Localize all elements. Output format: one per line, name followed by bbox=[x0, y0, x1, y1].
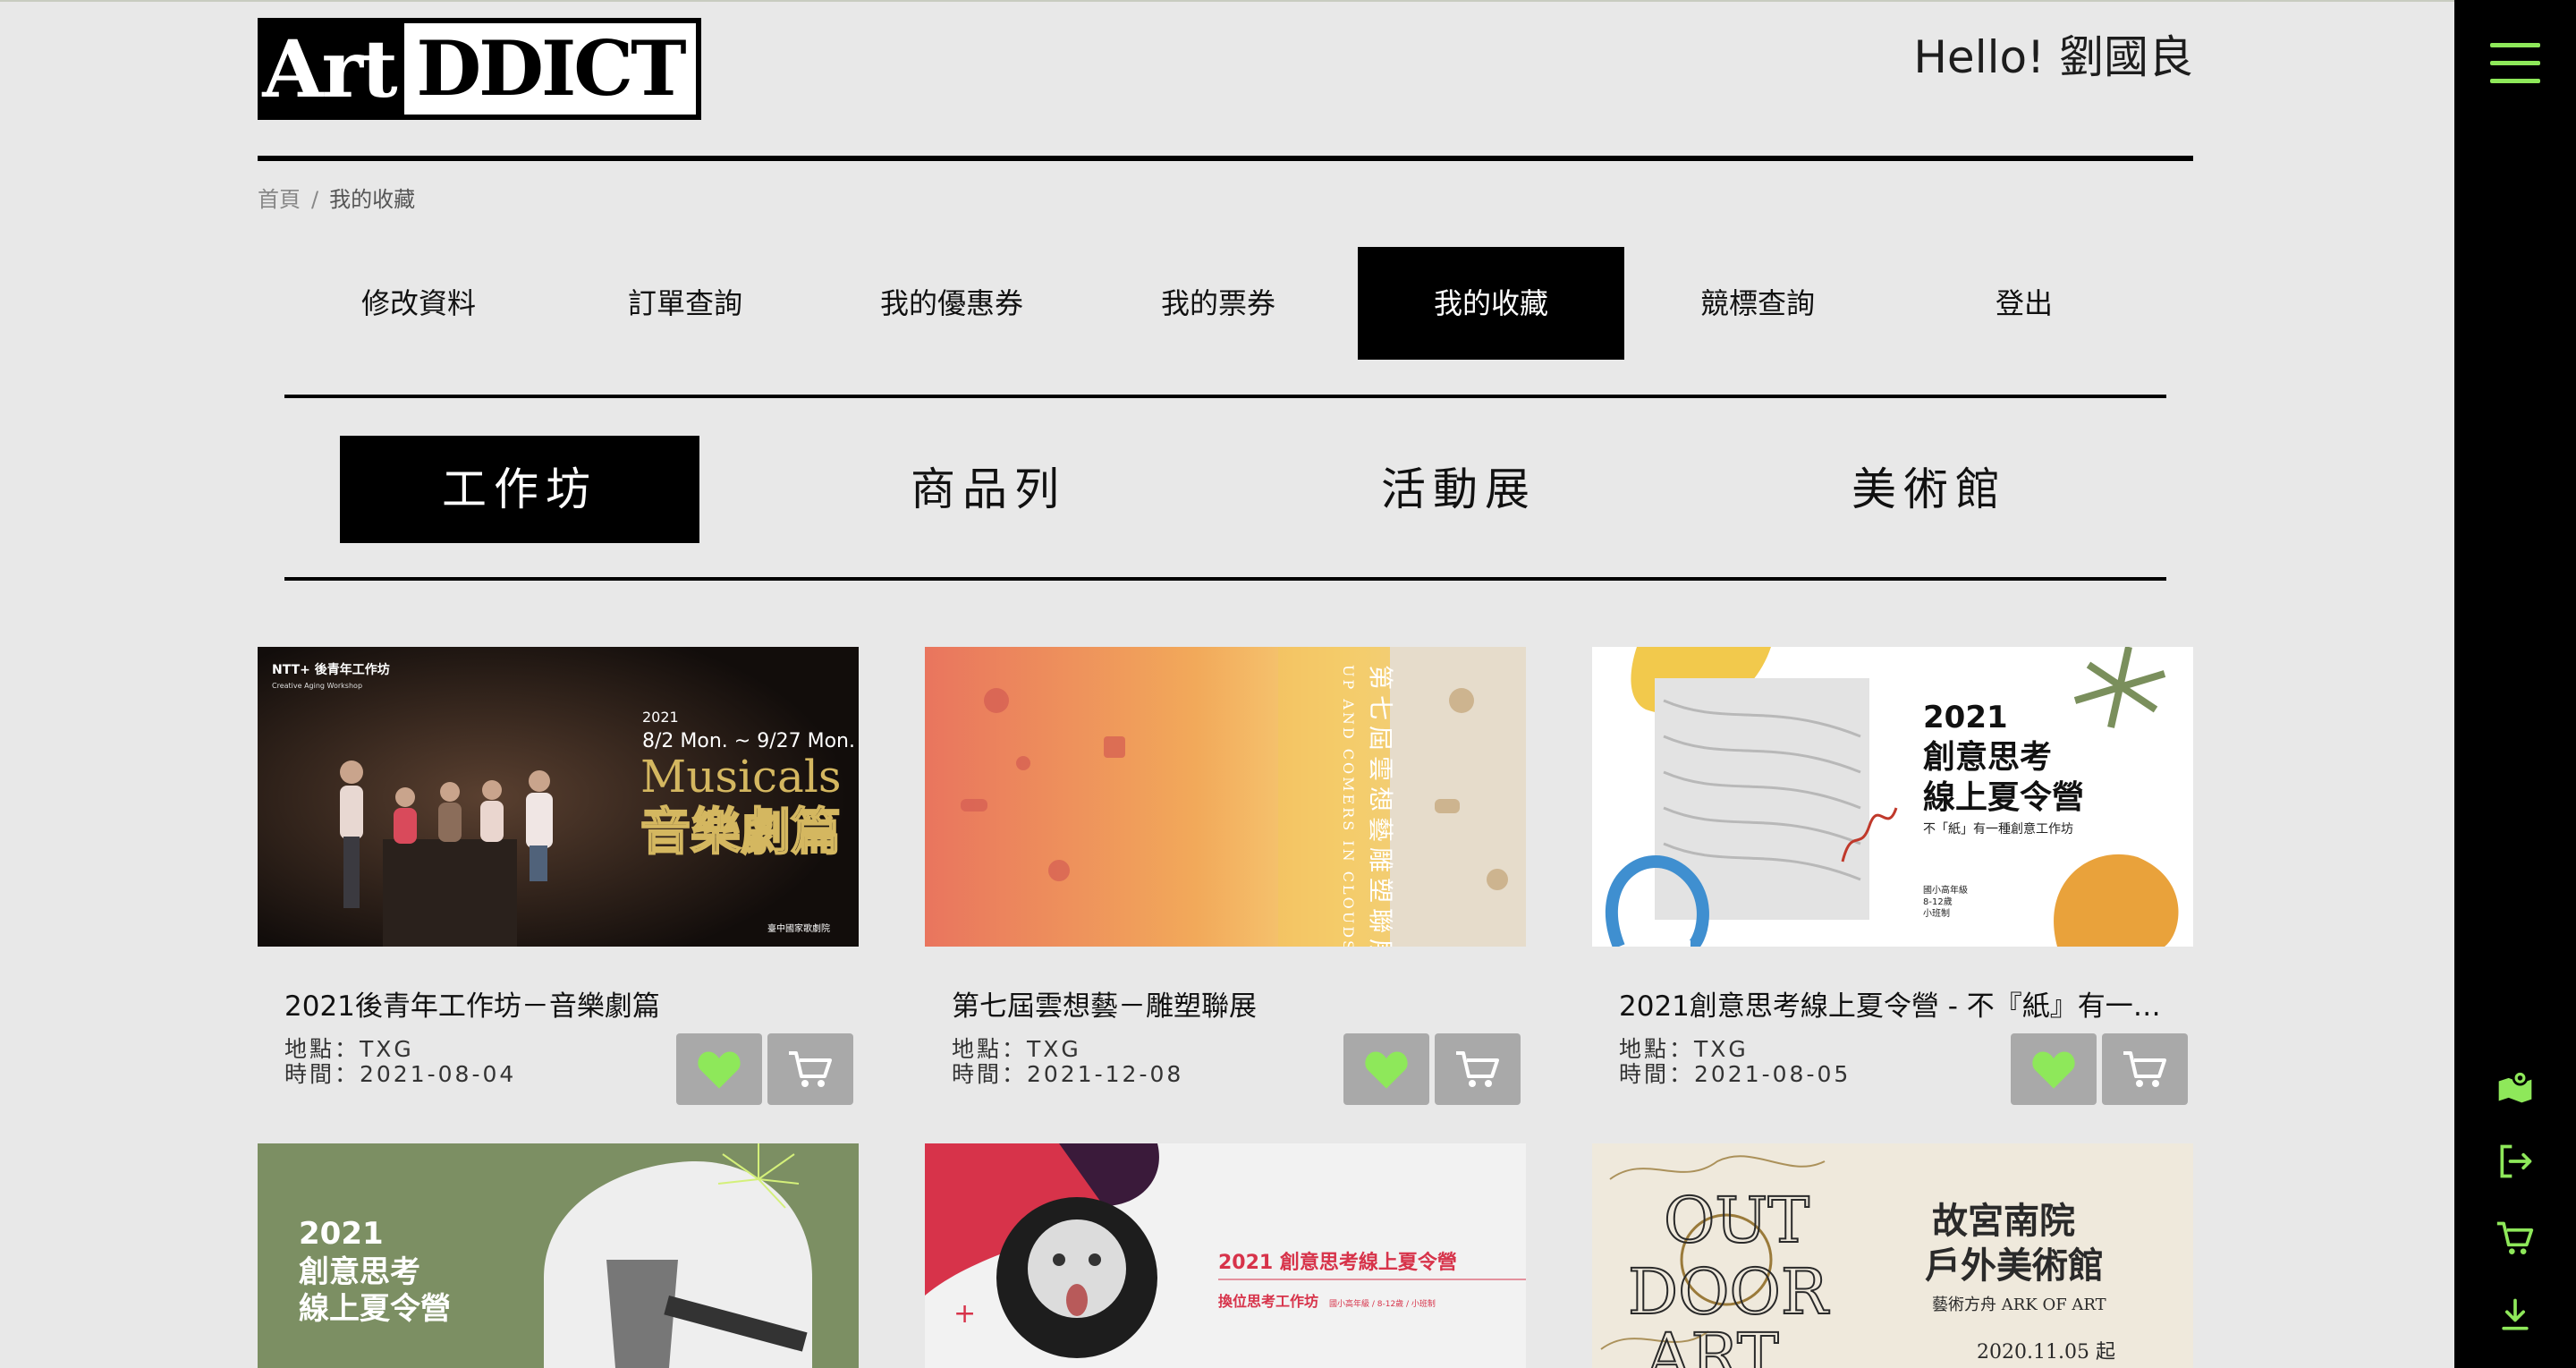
poster-dates: 8/2 Mon. ~ 9/27 Mon. bbox=[642, 730, 855, 752]
breadcrumb-home[interactable]: 首頁 bbox=[258, 187, 301, 212]
member-nav: 修改資料 訂單查詢 我的優惠券 我的票券 我的收藏 競標查詢 登出 bbox=[285, 247, 2164, 360]
card-date: 時間：2021-08-05 bbox=[1619, 1061, 1852, 1087]
cart-icon bbox=[1456, 1051, 1499, 1087]
card-title[interactable]: 第七屆雲想藝－雕塑聯展 bbox=[952, 983, 1506, 1024]
add-to-cart-button[interactable] bbox=[2102, 1033, 2188, 1105]
card-thumbnail-einstein[interactable]: + 2021 創意思考線上夏令營 換位思考工作坊 國小高年級 / 8-12歲 /… bbox=[925, 1143, 1526, 1368]
tab-workshop[interactable]: 工作坊 bbox=[340, 436, 699, 543]
poster-door: DOOR bbox=[1628, 1255, 1830, 1329]
logout-icon[interactable] bbox=[2496, 1142, 2535, 1181]
nav-tickets[interactable]: 我的票券 bbox=[1085, 247, 1352, 360]
poster-sub: 藝術方舟 ARK OF ART bbox=[1932, 1296, 2106, 1314]
poster-line1: 2021 bbox=[1923, 700, 2008, 735]
card-thumbnail-outdoor-art[interactable]: OUT DOOR ART 故宮南院 戶外美術館 藝術方舟 ARK OF ART … bbox=[1592, 1143, 2193, 1368]
poster-line1: 故宮南院 bbox=[1932, 1200, 2075, 1242]
logo-art-text: Art bbox=[262, 22, 397, 115]
poster-line2: 創意思考 bbox=[299, 1254, 420, 1290]
poster-brand-sub: Creative Aging Workshop bbox=[272, 682, 362, 690]
poster-line3: 線上夏令營 bbox=[299, 1291, 451, 1327]
breadcrumb-separator: / bbox=[311, 187, 319, 212]
poster-year: 2021 bbox=[642, 709, 679, 726]
favorite-button[interactable] bbox=[676, 1033, 762, 1105]
add-to-cart-button[interactable] bbox=[767, 1033, 853, 1105]
poster-small: 國小高年級 / 8-12歲 / 小班制 bbox=[1329, 1298, 1436, 1309]
card-thumbnail-camp-green[interactable]: 2021 創意思考 線上夏令營 bbox=[258, 1143, 859, 1368]
poster-title-zh: 第七屆雲想藝雕塑聯展 bbox=[1366, 665, 1395, 947]
favorite-button[interactable] bbox=[2011, 1033, 2097, 1105]
map-icon[interactable] bbox=[2496, 1066, 2535, 1106]
header-divider bbox=[258, 156, 2193, 161]
poster-sub: 換位思考工作坊 bbox=[1218, 1293, 1318, 1310]
nav-orders[interactable]: 訂單查詢 bbox=[552, 247, 818, 360]
poster-art: ART bbox=[1645, 1320, 1779, 1368]
breadcrumb-current: 我的收藏 bbox=[329, 187, 416, 212]
poster-small2: 8-12歲 bbox=[1923, 896, 1953, 907]
nav-coupons[interactable]: 我的優惠券 bbox=[818, 247, 1085, 360]
poster-headline: 2021 創意思考線上夏令營 bbox=[1218, 1251, 1457, 1274]
poster-line1: 2021 bbox=[299, 1216, 384, 1252]
tabs-bottom-divider bbox=[284, 577, 2166, 581]
favorite-button[interactable] bbox=[1343, 1033, 1429, 1105]
right-sidebar bbox=[2454, 0, 2576, 1368]
poster-brand: NTT+ 後青年工作坊 bbox=[272, 662, 390, 677]
plus-mark-icon: + bbox=[953, 1298, 976, 1330]
logo-ddict-text: DDICT bbox=[404, 23, 696, 115]
user-greeting: Hello! 劉國良 bbox=[1913, 31, 2193, 83]
card-date: 時間：2021-08-04 bbox=[284, 1061, 517, 1087]
heart-icon bbox=[1365, 1051, 1408, 1089]
poster-title-zh: 音樂劇篇 bbox=[640, 803, 841, 862]
download-icon[interactable] bbox=[2496, 1296, 2535, 1335]
add-to-cart-button[interactable] bbox=[1435, 1033, 1521, 1105]
cart-icon[interactable] bbox=[2496, 1219, 2535, 1258]
tab-exhibitions[interactable]: 活動展 bbox=[1279, 436, 1639, 543]
card-thumbnail-musicals[interactable]: NTT+ 後青年工作坊 Creative Aging Workshop 2021… bbox=[258, 647, 859, 947]
poster-org: 臺中國家歌劇院 bbox=[767, 922, 830, 934]
poster-sub: 不「紙」有一種創意工作坊 bbox=[1923, 821, 2073, 837]
poster-small1: 國小高年級 bbox=[1923, 884, 1968, 896]
heart-icon bbox=[698, 1051, 741, 1089]
category-tabs: 工作坊 商品列 活動展 美術館 bbox=[340, 436, 2165, 543]
tabs-top-divider bbox=[284, 395, 2166, 398]
poster-line3: 線上夏令營 bbox=[1923, 779, 2084, 816]
cart-icon bbox=[789, 1051, 832, 1087]
breadcrumb: 首頁 / 我的收藏 bbox=[258, 182, 415, 213]
card-date: 時間：2021-12-08 bbox=[952, 1061, 1184, 1087]
poster-title-en: UP AND COMERS IN CLOUDS bbox=[1340, 665, 1357, 947]
poster-small3: 小班制 bbox=[1923, 907, 1950, 919]
nav-logout[interactable]: 登出 bbox=[1891, 247, 2157, 360]
tab-products[interactable]: 商品列 bbox=[809, 436, 1168, 543]
card-thumbnail-paper-camp[interactable]: 2021 創意思考 線上夏令營 不「紙」有一種創意工作坊 國小高年級 8-12歲… bbox=[1592, 647, 2193, 947]
heart-icon bbox=[2032, 1051, 2075, 1089]
nav-favorites[interactable]: 我的收藏 bbox=[1358, 247, 1624, 360]
poster-out: OUT bbox=[1664, 1184, 1809, 1257]
poster-date: 2020.11.05 起 bbox=[1977, 1341, 2115, 1364]
site-logo[interactable]: Art DDICT bbox=[258, 18, 701, 120]
nav-bids[interactable]: 競標查詢 bbox=[1624, 247, 1891, 360]
poster-title-en: Musicals bbox=[640, 751, 842, 803]
tab-museum[interactable]: 美術館 bbox=[1750, 436, 2109, 543]
card-thumbnail-clouds[interactable]: 第七屆雲想藝雕塑聯展 UP AND COMERS IN CLOUDS bbox=[925, 647, 1526, 947]
cart-icon bbox=[2123, 1051, 2166, 1087]
card-title[interactable]: 2021後青年工作坊－音樂劇篇 bbox=[284, 983, 839, 1024]
nav-edit-profile[interactable]: 修改資料 bbox=[285, 247, 552, 360]
top-border bbox=[0, 0, 2454, 2]
card-title[interactable]: 2021創意思考線上夏令營 - 不『紙』有一種創意工作坊 bbox=[1619, 983, 2174, 1024]
poster-line2: 創意思考 bbox=[1923, 739, 2052, 776]
hamburger-menu-icon[interactable] bbox=[2490, 43, 2540, 84]
poster-line2: 戶外美術館 bbox=[1925, 1245, 2104, 1287]
